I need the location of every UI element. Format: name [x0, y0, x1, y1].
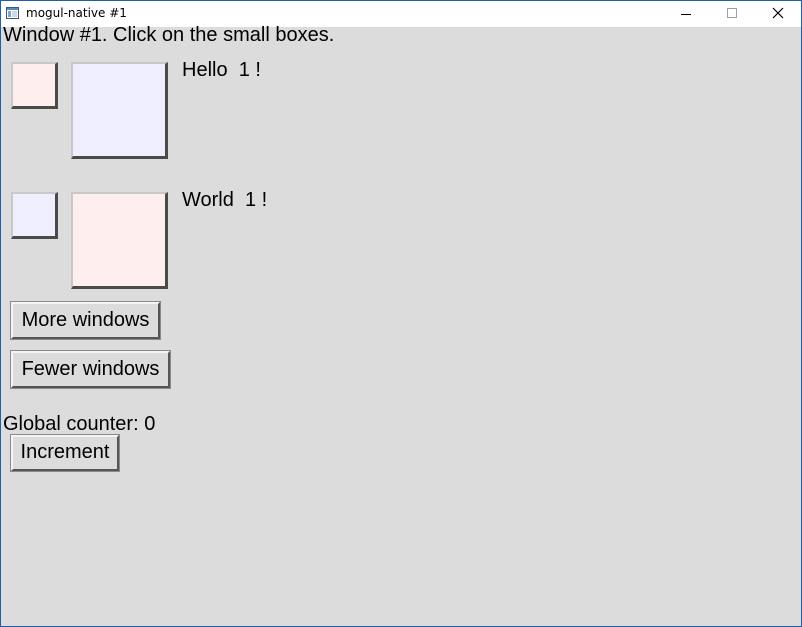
world-label: World 1 !	[182, 189, 268, 211]
minimize-button[interactable]	[663, 1, 709, 27]
app-icon	[6, 7, 19, 19]
window-content: Window #1. Click on the small boxes. Hel…	[1, 24, 801, 626]
maximize-button[interactable]	[709, 1, 755, 27]
app-window: mogul-native #1 Window #1. Click on the …	[0, 0, 802, 627]
close-button[interactable]	[755, 1, 801, 27]
page-heading: Window #1. Click on the small boxes.	[3, 24, 335, 46]
more-windows-button[interactable]: More windows	[11, 302, 160, 339]
minimize-icon	[681, 14, 691, 15]
window-title: mogul-native #1	[26, 6, 127, 20]
small-box-hello[interactable]	[11, 62, 58, 109]
fewer-windows-button[interactable]: Fewer windows	[11, 351, 170, 388]
global-counter-label: Global counter: 0	[3, 413, 156, 435]
maximize-icon	[727, 8, 737, 18]
close-icon	[772, 7, 784, 19]
small-box-world[interactable]	[11, 192, 58, 239]
big-box-hello	[71, 62, 168, 159]
big-box-world	[71, 192, 168, 289]
increment-button[interactable]: Increment	[11, 435, 119, 471]
hello-label: Hello 1 !	[182, 59, 261, 81]
